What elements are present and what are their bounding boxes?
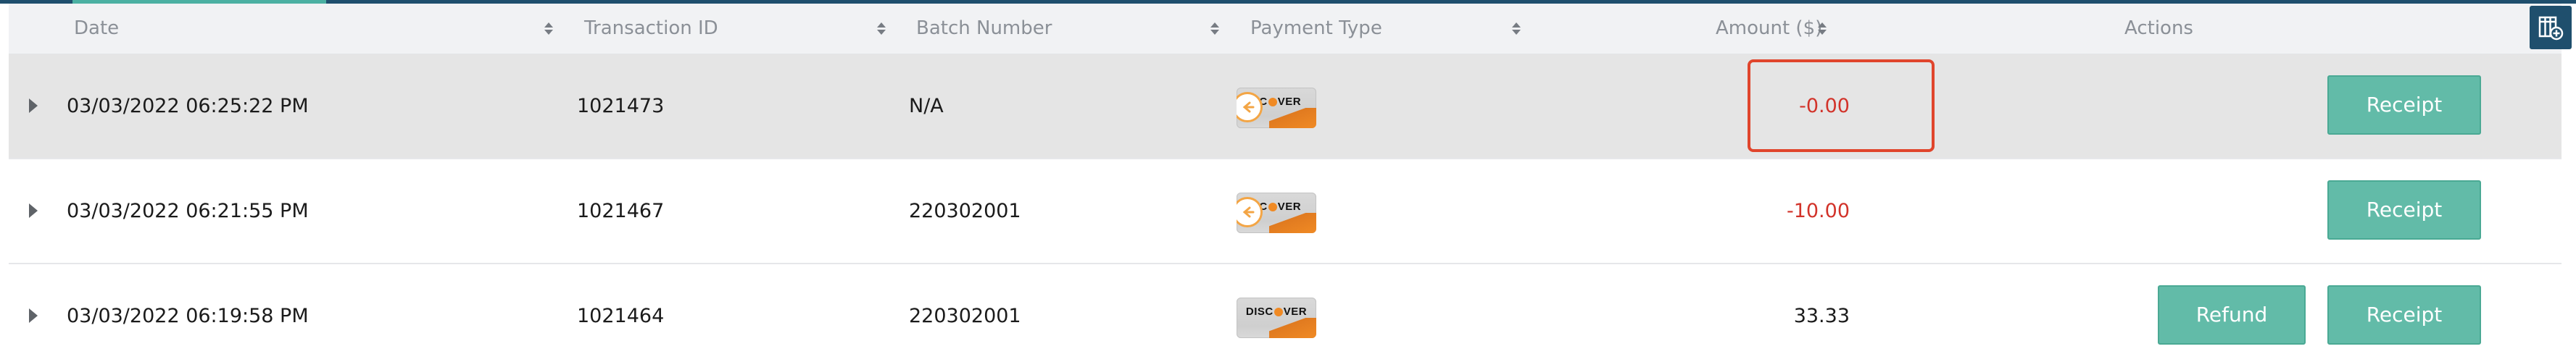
- amount-cell: 33.33: [1793, 305, 1850, 327]
- sort-icon[interactable]: [1511, 4, 1521, 54]
- return-arrow-icon: [1237, 197, 1263, 227]
- column-header-amount[interactable]: Amount ($): [1716, 4, 1822, 54]
- date-cell: 03/03/2022 06:19:58 PM: [67, 305, 309, 327]
- transactions-page: Date Transaction ID Batch Number Payment…: [0, 0, 2576, 362]
- caret-right-icon[interactable]: [29, 98, 38, 113]
- batch-number-cell: 220302001: [909, 200, 1021, 222]
- amount-highlight-box: [1748, 59, 1935, 152]
- table-header: Date Transaction ID Batch Number Payment…: [9, 4, 2562, 54]
- caret-right-icon[interactable]: [29, 203, 38, 218]
- column-header-transaction-id[interactable]: Transaction ID: [584, 4, 718, 54]
- sort-icon[interactable]: [544, 4, 554, 54]
- column-header-payment-type[interactable]: Payment Type: [1250, 4, 1382, 54]
- date-cell: 03/03/2022 06:25:22 PM: [67, 95, 309, 117]
- receipt-button[interactable]: Receipt: [2327, 180, 2481, 240]
- discover-card-icon: DISC VER: [1237, 298, 1316, 338]
- column-header-batch-number[interactable]: Batch Number: [916, 4, 1052, 54]
- return-arrow-icon: [1237, 92, 1263, 122]
- date-cell: 03/03/2022 06:21:55 PM: [67, 200, 309, 222]
- transaction-id-cell: 1021473: [577, 95, 665, 117]
- table-columns-settings-icon[interactable]: [2530, 6, 2572, 49]
- table-row[interactable]: 03/03/2022 06:25:22 PM 1021473 N/A SCVER…: [9, 54, 2562, 159]
- batch-number-cell: N/A: [909, 95, 944, 117]
- transactions-table: Date Transaction ID Batch Number Payment…: [9, 4, 2562, 362]
- table-row[interactable]: 03/03/2022 06:19:58 PM 1021464 220302001…: [9, 264, 2562, 362]
- amount-cell: -10.00: [1786, 200, 1850, 222]
- receipt-button[interactable]: Receipt: [2327, 75, 2481, 135]
- caret-right-icon[interactable]: [29, 308, 38, 323]
- column-header-date[interactable]: Date: [74, 4, 119, 54]
- sort-icon[interactable]: [876, 4, 886, 54]
- transaction-id-cell: 1021464: [577, 305, 665, 327]
- sort-icon[interactable]: [1817, 4, 1827, 54]
- card-brand-text: DISC VER: [1245, 306, 1308, 318]
- discover-card-with-return-icon: SCVER: [1237, 193, 1316, 233]
- batch-number-cell: 220302001: [909, 305, 1021, 327]
- transaction-id-cell: 1021467: [577, 200, 665, 222]
- table-row[interactable]: 03/03/2022 06:21:55 PM 1021467 220302001…: [9, 159, 2562, 264]
- refund-button[interactable]: Refund: [2158, 285, 2306, 345]
- receipt-button[interactable]: Receipt: [2327, 285, 2481, 345]
- sort-icon[interactable]: [1210, 4, 1220, 54]
- discover-card-with-return-icon: SCVER: [1237, 88, 1316, 128]
- column-header-actions: Actions: [2124, 17, 2193, 39]
